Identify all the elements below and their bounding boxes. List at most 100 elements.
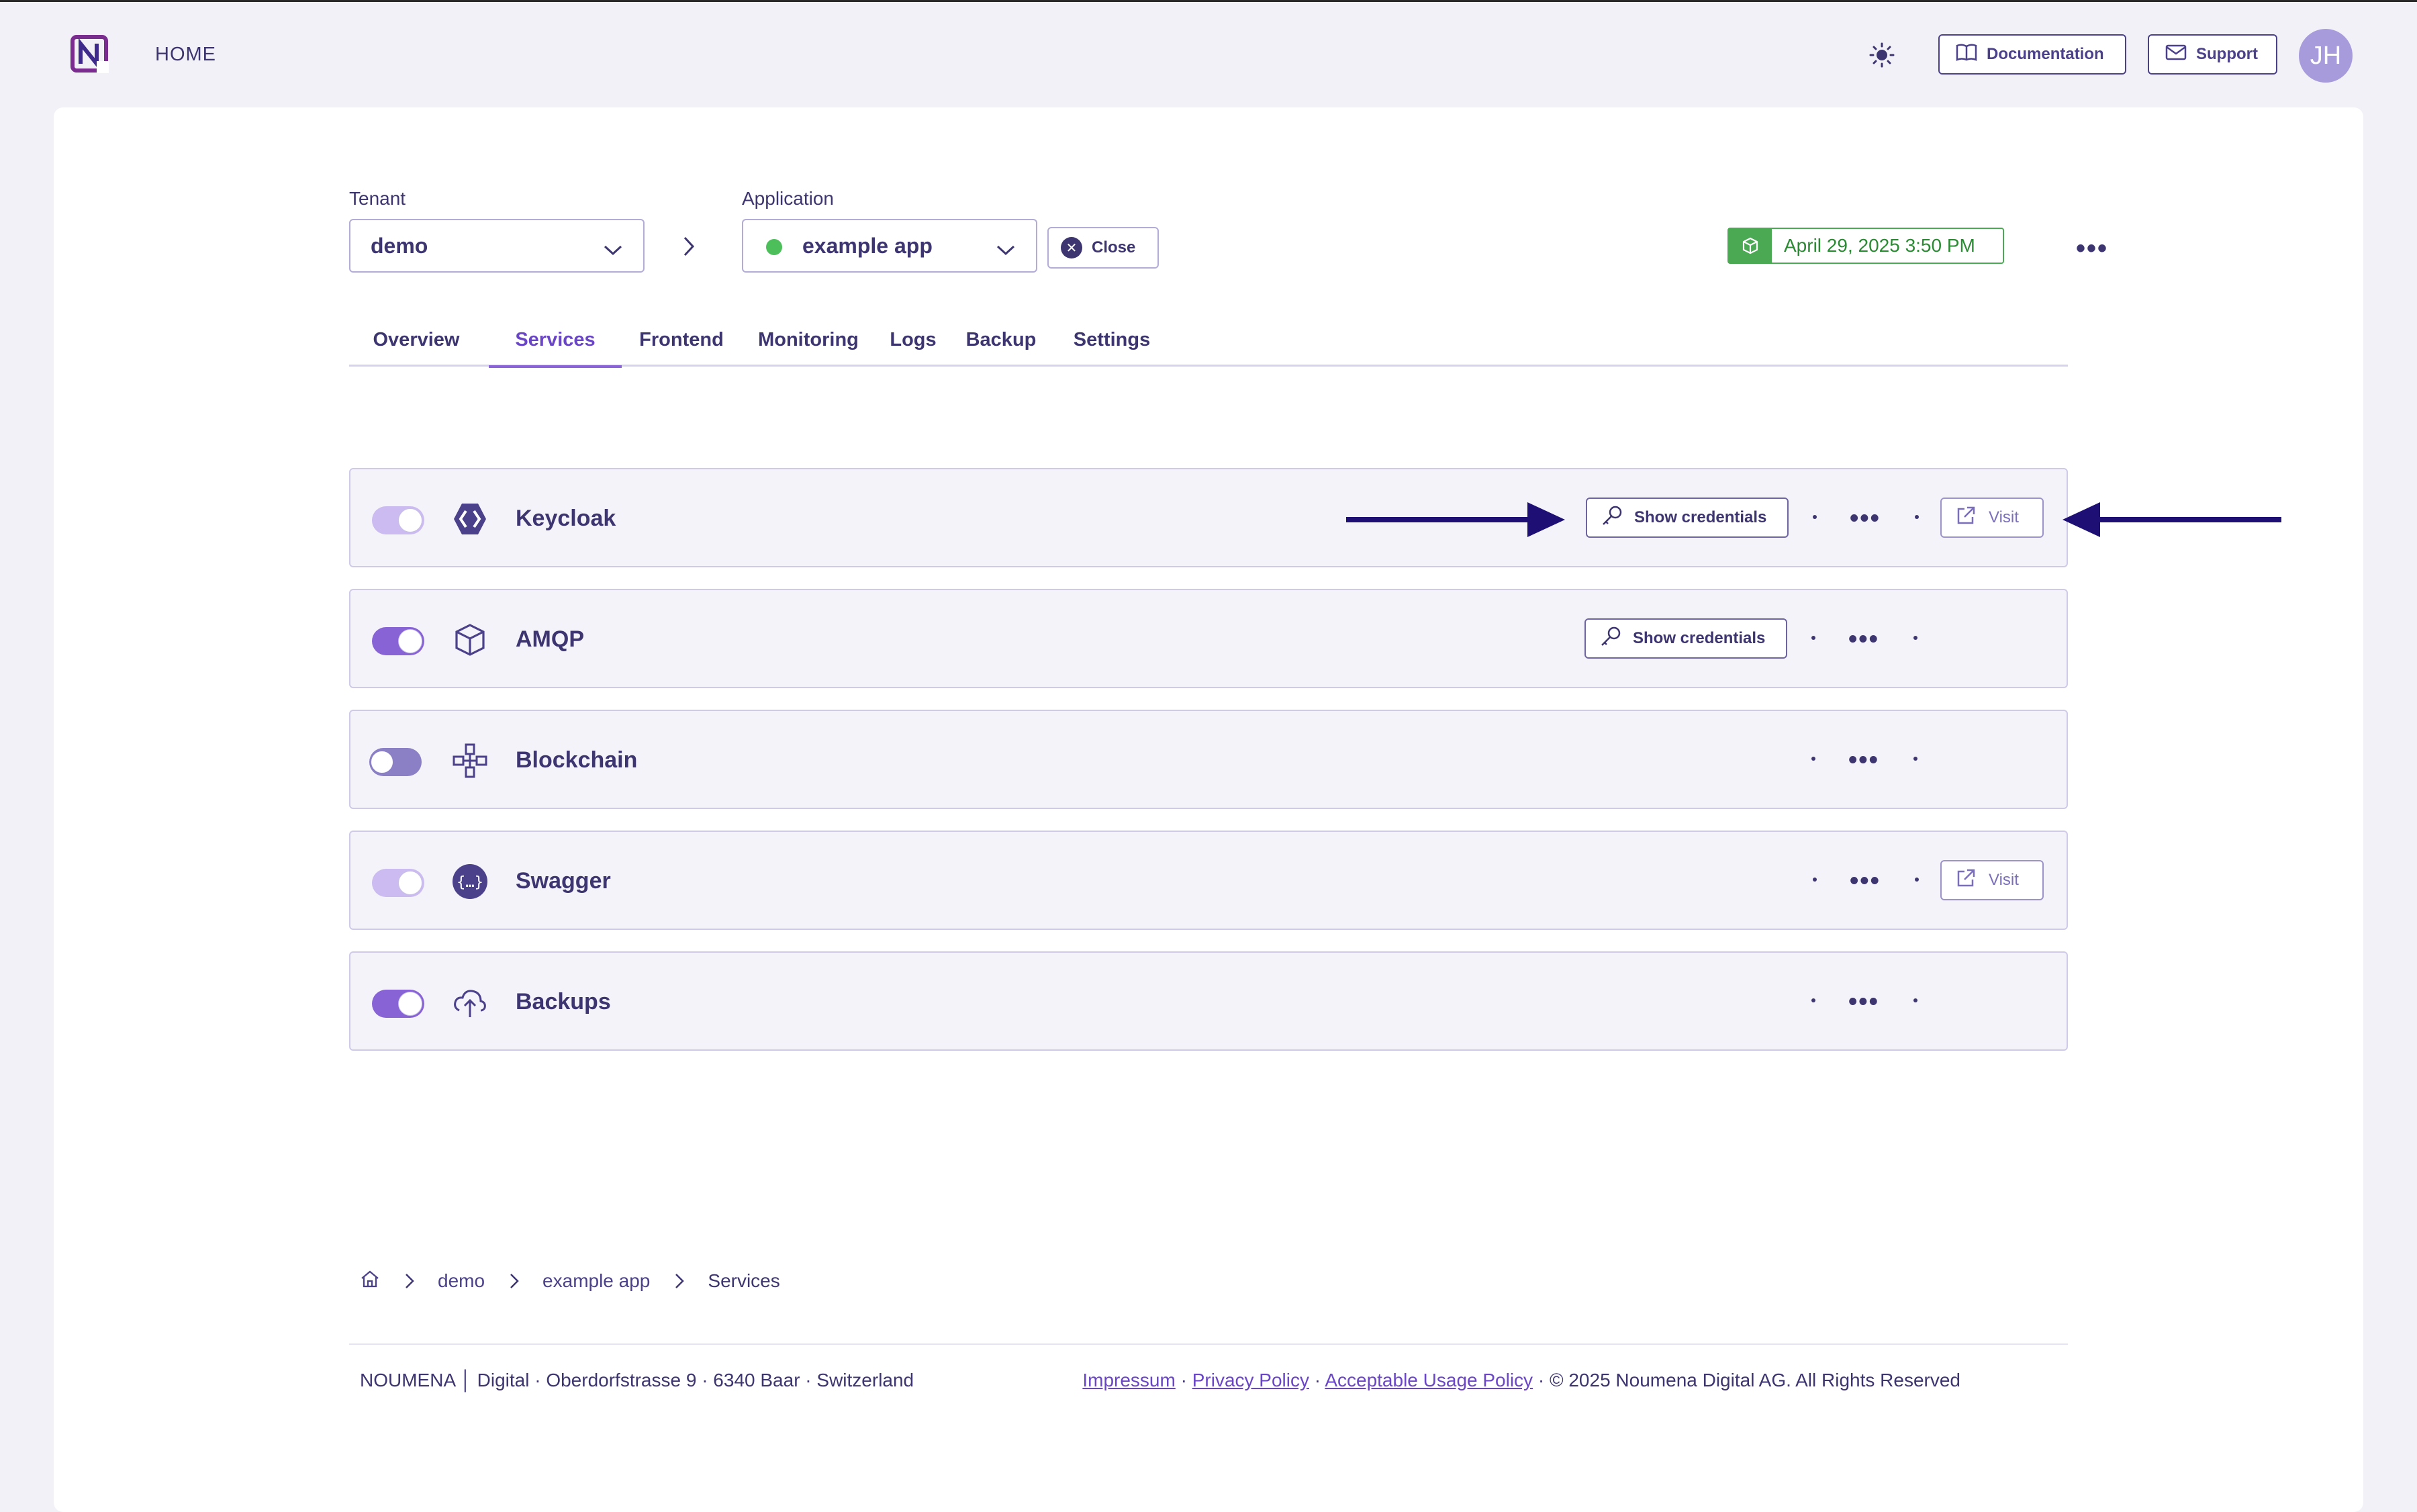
separator-dot (1813, 878, 1817, 882)
visit-label: Visit (1989, 508, 2019, 526)
swagger-icon: {…} (451, 863, 489, 900)
separator-dot (1811, 757, 1815, 761)
service-toggle[interactable] (372, 869, 424, 897)
sun-icon[interactable] (1866, 40, 1897, 70)
chevron-down-icon (603, 238, 623, 263)
chevron-right-icon (674, 1272, 685, 1290)
separator-dot (1913, 998, 1917, 1002)
app-status-dot (766, 239, 782, 255)
footer-address: NOUMENA │ Digital · Oberdorfstrasse 9 · … (360, 1370, 914, 1390)
show-credentials-button[interactable]: Show credentials (1584, 618, 1787, 659)
service-more-button[interactable]: ••• (1850, 504, 1881, 533)
book-icon (1956, 43, 1977, 66)
service-more-button[interactable]: ••• (1850, 867, 1881, 896)
privacy-policy-link[interactable]: Privacy Policy (1192, 1370, 1309, 1390)
visit-button[interactable]: Visit (1940, 860, 2044, 900)
keycloak-icon (451, 500, 489, 538)
application-select[interactable]: example app (742, 219, 1037, 273)
chevron-right-icon (682, 235, 696, 261)
annotation-arrow-right (1346, 500, 1568, 543)
tenant-value: demo (371, 233, 428, 258)
service-name: Keycloak (516, 506, 616, 531)
impressum-link[interactable]: Impressum (1082, 1370, 1175, 1390)
service-toggle[interactable] (372, 990, 424, 1018)
service-name: Backups (516, 989, 611, 1014)
service-toggle[interactable] (372, 506, 424, 534)
service-row-swagger: {…} Swagger ••• Visit (349, 831, 2068, 930)
home-icon[interactable] (360, 1270, 380, 1293)
service-name: AMQP (516, 626, 584, 652)
main-card: Tenant demo Application example app ✕ Cl… (54, 107, 2363, 1512)
show-credentials-label: Show credentials (1633, 629, 1766, 647)
tab-monitoring[interactable]: Monitoring (752, 329, 865, 367)
service-row-backups: Backups ••• (349, 951, 2068, 1051)
documentation-label: Documentation (1987, 45, 2104, 63)
breadcrumb-current: Services (708, 1270, 780, 1291)
service-name: Swagger (516, 868, 611, 894)
tab-services[interactable]: Services (489, 329, 622, 368)
service-row-keycloak: Keycloak Show credentials ••• Visit (349, 468, 2068, 567)
close-label: Close (1092, 238, 1136, 256)
acceptable-usage-policy-link[interactable]: Acceptable Usage Policy (1325, 1370, 1533, 1390)
chevron-right-icon (509, 1272, 520, 1290)
tab-frontend[interactable]: Frontend (631, 329, 732, 367)
service-more-button[interactable]: ••• (1848, 625, 1879, 654)
timestamp-text: April 29, 2025 3:50 PM (1784, 235, 1975, 256)
footer-divider (349, 1343, 2068, 1345)
cube-icon (451, 621, 489, 659)
key-icon (1599, 625, 1622, 653)
service-toggle[interactable] (372, 627, 424, 655)
tab-logs[interactable]: Logs (880, 329, 947, 367)
chevron-down-icon (996, 238, 1016, 263)
documentation-button[interactable]: Documentation (1938, 34, 2126, 75)
key-icon (1601, 504, 1623, 532)
visit-label: Visit (1989, 871, 2019, 889)
application-value: example app (802, 233, 933, 258)
tenant-label: Tenant (349, 188, 406, 209)
cloud-upload-icon (451, 984, 489, 1021)
visit-button[interactable]: Visit (1940, 498, 2044, 538)
home-link[interactable]: HOME (155, 44, 216, 66)
breadcrumb: demo example app Services (360, 1268, 780, 1294)
more-options-button[interactable]: ••• (2076, 234, 2108, 264)
svg-text:{…}: {…} (457, 874, 483, 891)
copyright-text: · © 2025 Noumena Digital AG. All Rights … (1537, 1370, 1960, 1390)
separator-dot (1811, 998, 1815, 1002)
tab-settings[interactable]: Settings (1065, 329, 1159, 367)
tenant-select[interactable]: demo (349, 219, 645, 273)
close-button[interactable]: ✕ Close (1047, 227, 1159, 269)
support-label: Support (2196, 45, 2258, 63)
show-credentials-button[interactable]: Show credentials (1586, 498, 1789, 538)
separator-dot (1811, 636, 1815, 640)
application-label: Application (742, 188, 834, 209)
tab-bar: Overview Services Frontend Monitoring Lo… (349, 329, 2068, 368)
service-more-button[interactable]: ••• (1848, 746, 1879, 775)
service-more-button[interactable]: ••• (1848, 988, 1879, 1017)
noumena-logo-icon[interactable] (70, 34, 111, 76)
blockchain-icon (451, 742, 489, 779)
separator-dot (1913, 636, 1917, 640)
package-icon (1729, 229, 1772, 263)
close-icon: ✕ (1061, 237, 1082, 258)
external-link-icon (1955, 505, 1977, 531)
separator-dot (1915, 515, 1919, 519)
external-link-icon (1955, 867, 1977, 894)
service-row-amqp: AMQP Show credentials ••• (349, 589, 2068, 688)
user-avatar[interactable]: JH (2299, 29, 2353, 83)
footer-separator: · (1180, 1370, 1187, 1390)
separator-dot (1915, 878, 1919, 882)
service-row-blockchain: Blockchain ••• (349, 710, 2068, 809)
separator-dot (1813, 515, 1817, 519)
service-toggle[interactable] (369, 748, 422, 776)
breadcrumb-application[interactable]: example app (542, 1270, 650, 1292)
separator-dot (1913, 757, 1917, 761)
deployment-timestamp-badge: April 29, 2025 3:50 PM (1727, 228, 2004, 264)
tab-overview[interactable]: Overview (363, 329, 470, 367)
top-header: HOME Documentation Support JH (0, 2, 2417, 106)
chevron-right-icon (404, 1272, 415, 1290)
footer-links: Impressum · Privacy Policy · Acceptable … (1082, 1370, 1960, 1391)
breadcrumb-tenant[interactable]: demo (438, 1270, 485, 1292)
service-name: Blockchain (516, 747, 638, 773)
support-button[interactable]: Support (2148, 34, 2277, 75)
tab-backup[interactable]: Backup (957, 329, 1045, 367)
